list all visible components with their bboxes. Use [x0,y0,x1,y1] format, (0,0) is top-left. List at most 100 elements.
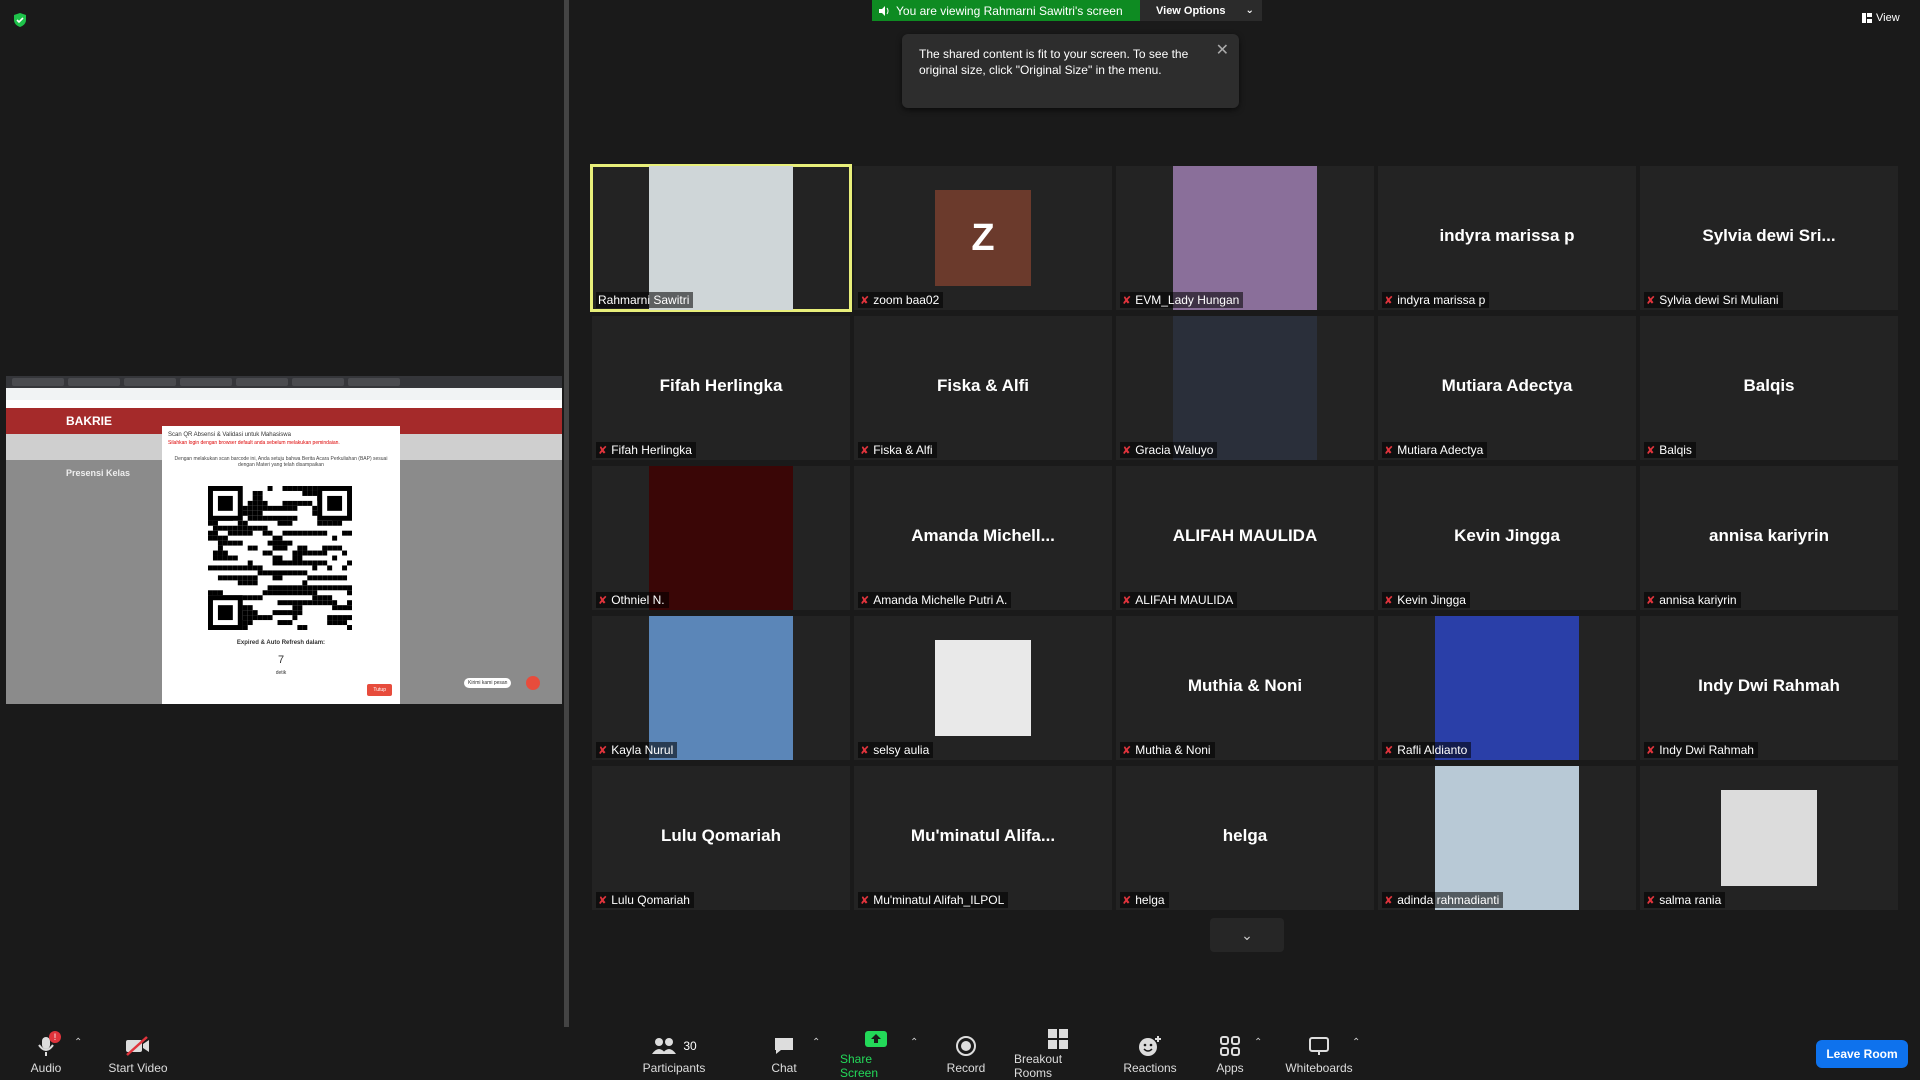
participant-tile[interactable]: Sylvia dewi Sri... ✘ Sylvia dewi Sri Mulia… [1640,166,1898,310]
participant-video [1173,166,1317,310]
muted-mic-icon: ✘ [1122,744,1132,757]
participant-display-name: ALIFAH MAULIDA [1172,526,1318,545]
participant-name: Fifah Herlingka [611,443,692,457]
participant-tile[interactable]: Amanda Michell... ✘ Amanda Michelle Putri … [854,466,1112,610]
participant-name-tag: ✘ Kayla Nurul [596,742,678,758]
apps-icon [1220,1035,1240,1056]
muted-mic-icon: ✘ [598,894,608,907]
shared-screen-view[interactable]: BAKRIE Presensi Kelas Scan QR Absensi & … [6,376,562,704]
participant-name: salma rania [1659,893,1722,907]
participant-tile[interactable]: Balqis ✘ Balqis [1640,316,1898,460]
chat-options-caret[interactable]: ⌃ [812,1037,820,1048]
participant-name-tag: ✘ adinda rahmadianti [1382,892,1504,908]
participant-tile[interactable]: ✘ adinda rahmadianti [1378,766,1636,910]
participant-video [649,616,793,760]
audio-options-caret[interactable]: ⌃ [74,1037,82,1048]
participant-name-tag: ✘ Mutiara Adectya [1382,442,1488,458]
participant-name-tag: ✘ Fiska & Alfi [858,442,937,458]
participant-name-tag: ✘ Fifah Herlingka [596,442,696,458]
participant-name: Muthia & Noni [1135,743,1211,757]
participant-tile[interactable]: ✘ Othniel N. [592,466,850,610]
participant-tile[interactable]: ✘ Kayla Nurul [592,616,850,760]
participant-name: adinda rahmadianti [1397,893,1500,907]
share-options-caret[interactable]: ⌃ [910,1037,918,1048]
participant-tile[interactable]: ✘ EVM_Lady Hungan [1116,166,1374,310]
participant-tile[interactable]: ALIFAH MAULIDA ✘ ALIFAH MAULIDA [1116,466,1374,610]
view-options-button[interactable]: View Options ⌄ [1140,0,1262,21]
participant-tile[interactable]: Indy Dwi Rahmah ✘ Indy Dwi Rahmah [1640,616,1898,760]
browser-bookmarks-bar [6,400,562,408]
muted-mic-icon: ✘ [860,594,870,607]
whiteboard-icon [1309,1036,1329,1055]
participant-display-name: Indy Dwi Rahmah [1698,676,1840,695]
viewing-screen-banner: You are viewing Rahmarni Sawitri's scree… [872,0,1140,21]
qr-code-image [208,486,352,630]
participant-tile[interactable]: Kevin Jingga ✘ Kevin Jingga [1378,466,1636,610]
participants-button[interactable]: 30 Participants [640,1027,708,1080]
participant-display-name: Muthia & Noni [1187,676,1303,695]
participant-tile[interactable]: Rahmarni Sawitri [590,164,852,312]
participant-tile[interactable]: helga ✘ helga [1116,766,1374,910]
start-video-label: Start Video [108,1060,168,1075]
security-shield-icon[interactable] [12,12,28,28]
participant-name-tag: ✘ Indy Dwi Rahmah [1644,742,1758,758]
participant-tile[interactable]: Z ✘ zoom baa02 [854,166,1112,310]
participant-name-tag: ✘ Balqis [1644,442,1696,458]
audio-button[interactable]: ! Audio [24,1027,68,1080]
leave-room-label: Leave Room [1826,1047,1898,1061]
muted-mic-icon: ✘ [1646,594,1656,607]
breakout-rooms-button[interactable]: Breakout Rooms [1014,1027,1102,1080]
participant-name-tag: ✘ indyra marissa p [1382,292,1490,308]
whiteboards-options-caret[interactable]: ⌃ [1352,1037,1360,1048]
close-icon[interactable]: ✕ [1216,40,1229,60]
record-icon [956,1035,976,1056]
gallery-next-page-button[interactable]: ⌄ [1210,918,1284,952]
participant-tile[interactable]: indyra marissa p ✘ indyra marissa p [1378,166,1636,310]
participant-name-tag: ✘ selsy aulia [858,742,934,758]
muted-mic-icon: ✘ [1122,444,1132,457]
share-screen-icon [865,1030,887,1047]
participant-tile[interactable]: Muthia & Noni ✘ Muthia & Noni [1116,616,1374,760]
breakout-rooms-label: Breakout Rooms [1014,1052,1063,1080]
chevron-down-icon: ⌄ [1241,926,1253,943]
participant-tile[interactable]: ✘ selsy aulia [854,616,1112,760]
participant-display-name: Kevin Jingga [1454,526,1560,545]
participant-name: selsy aulia [873,743,930,757]
participant-tile[interactable]: ✘ Rafli Aldianto [1378,616,1636,760]
qr-expired-label: Expired & Auto Refresh dalam: [236,640,326,646]
participant-tile[interactable]: annisa kariyrin ✘ annisa kariyrin [1640,466,1898,610]
apps-button[interactable]: Apps [1212,1027,1248,1080]
panel-divider[interactable] [564,0,569,1027]
participant-tile[interactable]: ✘ Gracia Waluyo [1116,316,1374,460]
share-screen-button[interactable]: Share Screen [840,1027,912,1080]
participant-display-name: annisa kariyrin [1708,526,1829,545]
muted-mic-icon: ✘ [860,894,870,907]
reactions-button[interactable]: Reactions [1123,1027,1177,1080]
participant-name: Othniel N. [611,593,665,607]
leave-room-button[interactable]: Leave Room [1816,1040,1908,1068]
participant-tile[interactable]: Fifah Herlingka ✘ Fifah Herlingka [592,316,850,460]
participant-name: Mutiara Adectya [1397,443,1484,457]
chat-button[interactable]: Chat [764,1027,804,1080]
record-button[interactable]: Record [944,1027,988,1080]
whiteboards-button[interactable]: Whiteboards [1282,1027,1356,1080]
chat-icon [775,1037,793,1054]
apps-options-caret[interactable]: ⌃ [1254,1037,1262,1048]
participant-tile[interactable]: ✘ salma rania [1640,766,1898,910]
muted-mic-icon: ✘ [1122,594,1132,607]
participant-tile[interactable]: Mutiara Adectya ✘ Mutiara Adectya [1378,316,1636,460]
view-button[interactable]: View [1862,12,1900,24]
start-video-button[interactable]: Start Video [104,1027,172,1080]
participant-name-tag: ✘ Gracia Waluyo [1120,442,1218,458]
shared-screen-panel: BAKRIE Presensi Kelas Scan QR Absensi & … [0,0,564,1027]
chevron-down-icon: ⌄ [1245,5,1254,16]
participant-name: Balqis [1659,443,1692,457]
participant-tile[interactable]: Fiska & Alfi ✘ Fiska & Alfi [854,316,1112,460]
participant-tile[interactable]: Lulu Qomariah ✘ Lulu Qomariah [592,766,850,910]
participant-name: Rahmarni Sawitri [598,293,690,307]
muted-mic-icon: ✘ [860,444,870,457]
participant-tile[interactable]: Mu'minatul Alifa... ✘ Mu'minatul Alifah_IL… [854,766,1112,910]
qr-countdown-unit: detik [275,670,287,676]
share-screen-label: Share Screen [840,1052,879,1080]
participant-video [1435,616,1579,760]
